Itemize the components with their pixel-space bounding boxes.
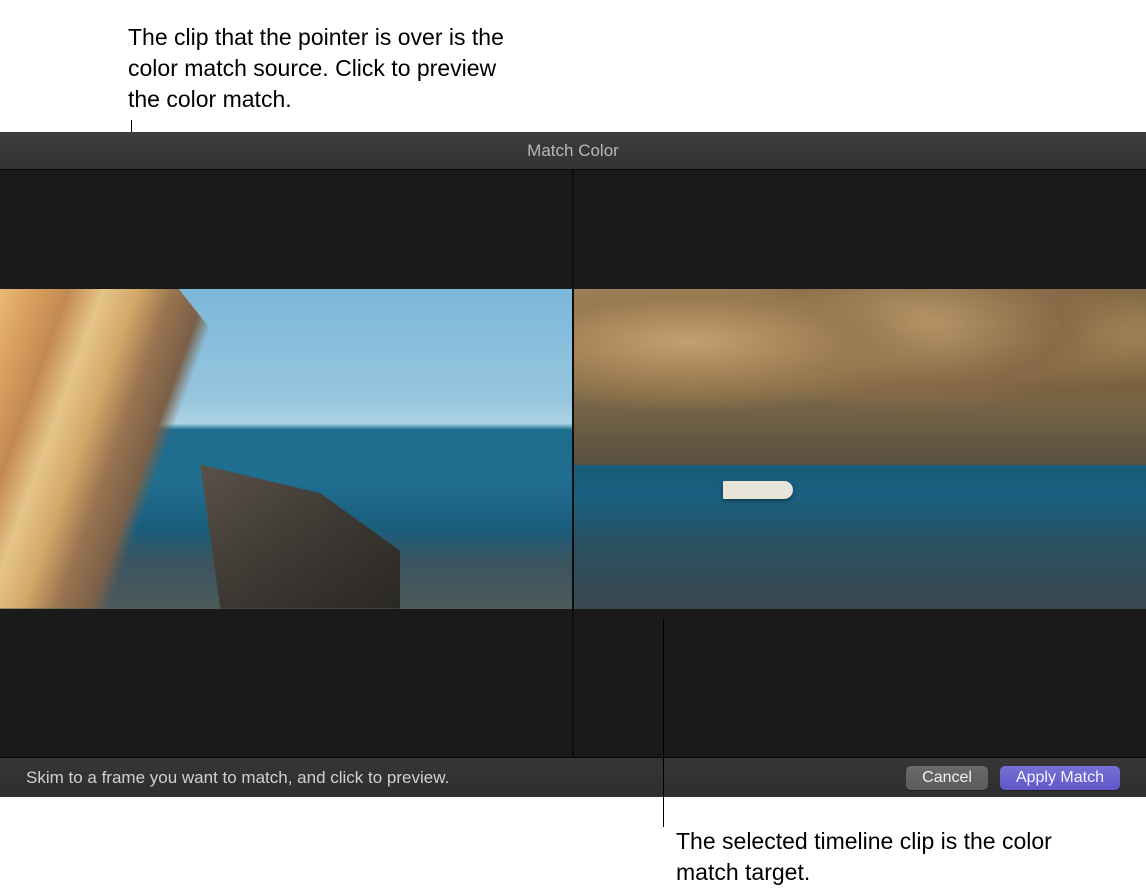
target-clip-viewer — [574, 170, 1146, 757]
callout-line-bottom — [663, 619, 664, 827]
target-clip-image — [574, 289, 1146, 609]
source-clip-viewer[interactable] — [0, 170, 574, 757]
apply-match-button[interactable]: Apply Match — [1000, 766, 1120, 790]
source-clip-image — [0, 289, 572, 609]
window-header: Match Color — [0, 132, 1146, 170]
button-group: Cancel Apply Match — [906, 766, 1120, 790]
annotation-target-clip: The selected timeline clip is the color … — [676, 826, 1076, 888]
annotation-source-clip: The clip that the pointer is over is the… — [128, 22, 528, 115]
cancel-button[interactable]: Cancel — [906, 766, 988, 790]
window-title: Match Color — [527, 141, 619, 161]
footer-instruction-text: Skim to a frame you want to match, and c… — [26, 768, 906, 788]
viewer-area — [0, 170, 1146, 757]
match-color-window: Match Color Skim to a frame you want to … — [0, 132, 1146, 797]
window-footer: Skim to a frame you want to match, and c… — [0, 757, 1146, 797]
